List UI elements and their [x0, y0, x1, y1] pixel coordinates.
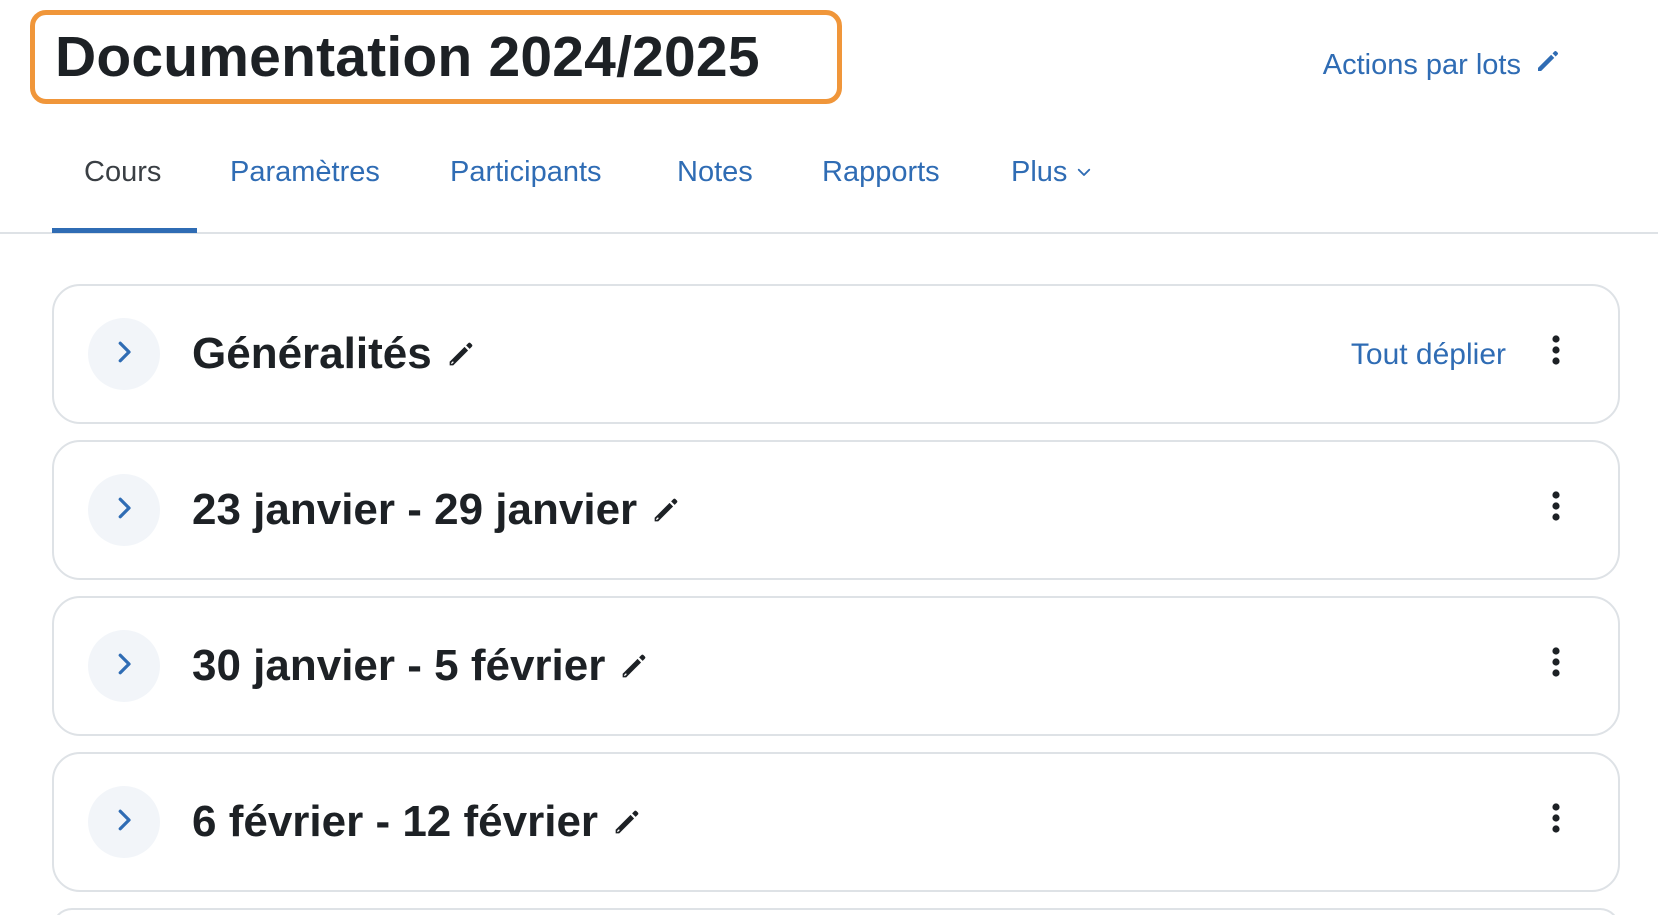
tab-parametres[interactable]: Paramètres	[230, 156, 380, 189]
course-section: Généralités Tout déplier	[52, 284, 1620, 424]
expand-all-link[interactable]: Tout déplier	[1351, 338, 1506, 372]
pencil-icon[interactable]	[617, 649, 651, 683]
course-section: 23 janvier - 29 janvier	[52, 440, 1620, 580]
chevron-right-icon	[109, 805, 139, 840]
kebab-menu-icon	[1551, 334, 1561, 371]
bulk-actions-link[interactable]: Actions par lots	[1323, 46, 1563, 84]
section-menu-button[interactable]	[1544, 800, 1568, 840]
section-title-text[interactable]: 30 janvier - 5 février	[192, 641, 605, 691]
section-title: 23 janvier - 29 janvier	[192, 485, 683, 535]
chevron-right-icon	[109, 493, 139, 528]
section-menu-button[interactable]	[1544, 332, 1568, 372]
pencil-icon[interactable]	[610, 805, 644, 839]
section-title-text[interactable]: 23 janvier - 29 janvier	[192, 485, 637, 535]
tab-more[interactable]: Plus	[1011, 156, 1093, 189]
tab-label: Cours	[84, 156, 162, 188]
kebab-menu-icon	[1551, 490, 1561, 527]
course-page: Documentation 2024/2025 Actions par lots…	[0, 0, 1658, 915]
chevron-right-icon	[109, 649, 139, 684]
pencil-icon[interactable]	[649, 493, 683, 527]
course-section-partial	[52, 908, 1620, 915]
section-toggle-button[interactable]	[88, 630, 160, 702]
section-menu-button[interactable]	[1544, 488, 1568, 528]
page-title: Documentation 2024/2025	[55, 25, 760, 89]
section-menu-button[interactable]	[1544, 644, 1568, 684]
tab-participants[interactable]: Participants	[450, 156, 602, 189]
tab-label: Rapports	[822, 156, 940, 188]
pencil-icon[interactable]	[444, 337, 478, 371]
kebab-menu-icon	[1551, 802, 1561, 839]
page-title-highlight: Documentation 2024/2025	[30, 10, 842, 104]
chevron-down-icon	[1075, 156, 1093, 189]
pencil-icon	[1533, 46, 1563, 84]
tab-rapports[interactable]: Rapports	[822, 156, 940, 189]
tab-cours[interactable]: Cours	[84, 156, 161, 189]
section-title: 6 février - 12 février	[192, 797, 644, 847]
course-section: 30 janvier - 5 février	[52, 596, 1620, 736]
tab-notes[interactable]: Notes	[677, 156, 753, 189]
tab-label: Participants	[450, 156, 602, 188]
section-toggle-button[interactable]	[88, 318, 160, 390]
bulk-actions-label: Actions par lots	[1322, 48, 1521, 81]
section-toggle-button[interactable]	[88, 786, 160, 858]
tab-label: Plus	[1011, 156, 1068, 188]
chevron-right-icon	[109, 337, 139, 372]
section-title: 30 janvier - 5 février	[192, 641, 651, 691]
kebab-menu-icon	[1551, 646, 1561, 683]
course-tabs: Cours Paramètres Participants Notes Rapp…	[0, 140, 1658, 234]
tab-label: Paramètres	[230, 156, 380, 188]
section-toggle-button[interactable]	[88, 474, 160, 546]
course-section: 6 février - 12 février	[52, 752, 1620, 892]
active-tab-indicator	[52, 228, 197, 233]
section-title-text[interactable]: 6 février - 12 février	[192, 797, 598, 847]
tab-label: Notes	[677, 156, 753, 188]
section-title-text[interactable]: Généralités	[192, 329, 432, 379]
section-title: Généralités	[192, 329, 478, 379]
